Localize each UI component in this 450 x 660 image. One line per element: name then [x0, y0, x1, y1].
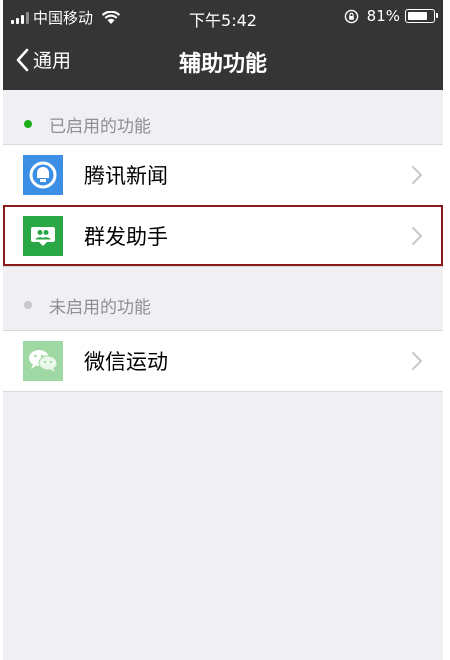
- page-title: 辅助功能: [178, 52, 267, 77]
- chevron-right-icon: [412, 166, 422, 184]
- battery-fill: [408, 12, 428, 20]
- rotation-lock-icon: [344, 9, 358, 23]
- screen: 中国移动 下午5:42 81% 通用 辅助功能 已启用的功能 腾讯新闻 群发助手…: [3, 0, 443, 660]
- chevron-right-icon: [412, 352, 422, 370]
- item-label: 群发助手: [84, 225, 168, 249]
- section-header-enabled: 已启用的功能: [3, 104, 443, 144]
- battery-icon: [405, 9, 438, 23]
- battery-percent: 81%: [366, 7, 400, 25]
- nav-bar: 通用 辅助功能: [3, 32, 443, 90]
- status-right: 81%: [344, 7, 438, 25]
- list-item-wechat-sport[interactable]: 微信运动: [3, 331, 443, 391]
- chevron-right-icon: [412, 227, 422, 245]
- section-header-label: 已启用的功能: [49, 116, 151, 137]
- disabled-features-list: 微信运动: [3, 330, 443, 392]
- enabled-features-list: 腾讯新闻 群发助手: [3, 144, 443, 267]
- item-label: 微信运动: [84, 350, 168, 374]
- top-bar: 中国移动 下午5:42 81% 通用 辅助功能: [3, 0, 443, 90]
- enabled-status-dot: [24, 120, 32, 128]
- tencent-news-icon: [23, 155, 63, 195]
- wechat-sport-icon: [23, 341, 63, 381]
- section-header-label: 未启用的功能: [49, 297, 151, 318]
- status-bar: 中国移动 下午5:42 81%: [3, 0, 443, 32]
- item-label: 腾讯新闻: [84, 164, 168, 188]
- list-item-group-send[interactable]: 群发助手: [3, 205, 443, 266]
- section-header-disabled: 未启用的功能: [3, 285, 443, 325]
- list-item-tencent-news[interactable]: 腾讯新闻: [3, 145, 443, 205]
- disabled-status-dot: [24, 301, 32, 309]
- group-send-icon: [23, 216, 63, 256]
